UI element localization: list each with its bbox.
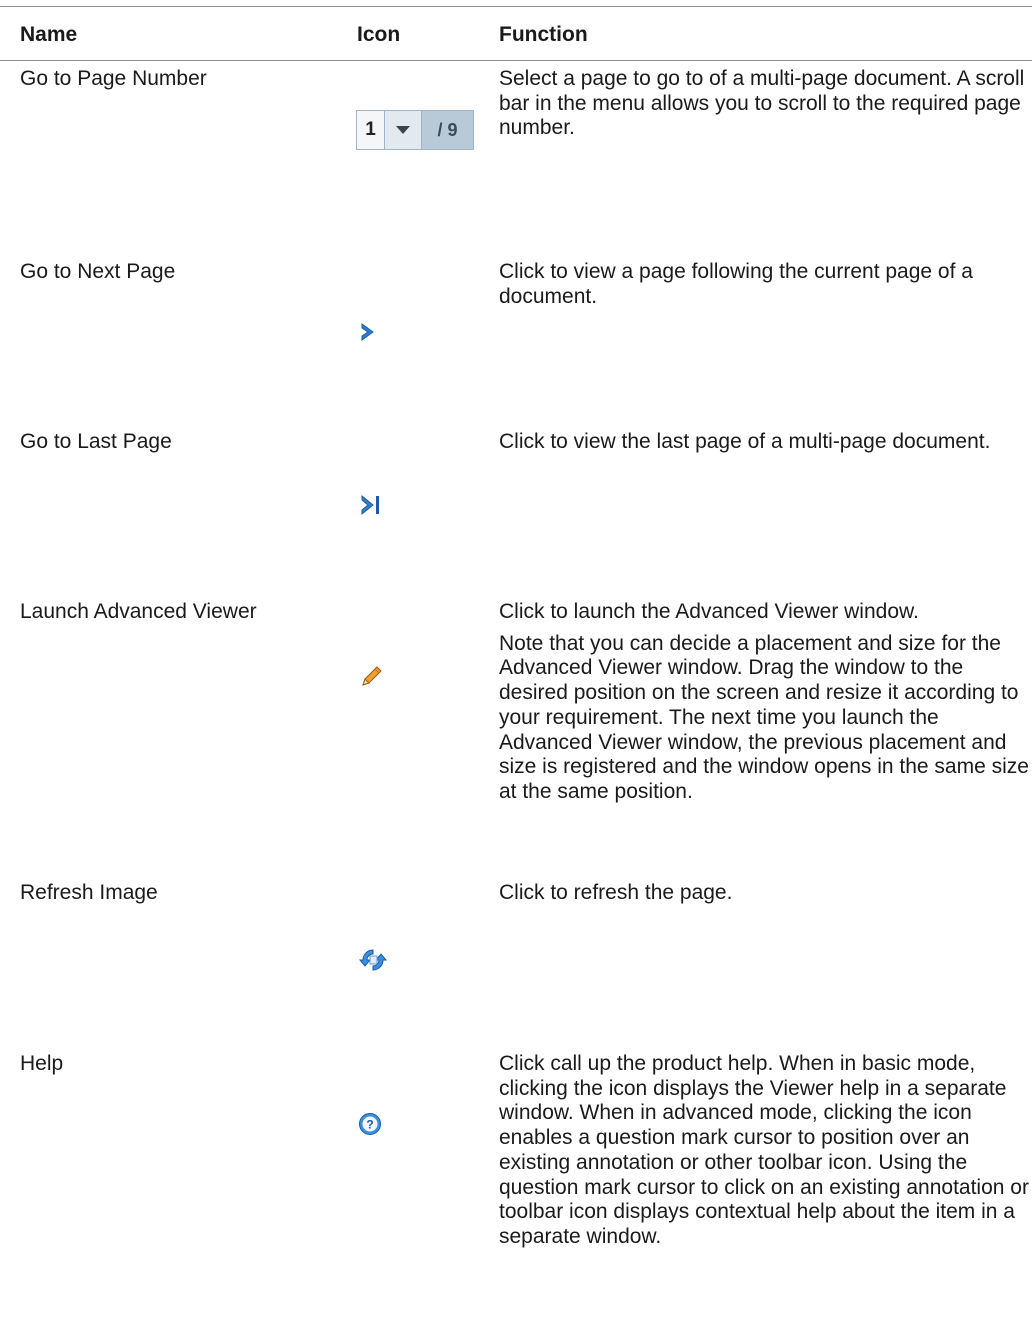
next-page-icon: [360, 322, 376, 348]
row-function: Click to view a page following the curre…: [499, 260, 1032, 309]
function-note: Note that you can decide a placement and…: [499, 631, 1029, 803]
refresh-icon: [358, 947, 388, 979]
chevron-down-icon: [385, 111, 422, 149]
page-number-current: 1: [357, 111, 385, 149]
row-function: Click to view the last page of a multi-p…: [499, 430, 1032, 455]
function-text: Click to view a page following the curre…: [499, 260, 973, 308]
page-number-selector: 1 / 9: [356, 110, 474, 150]
last-page-icon: [360, 494, 384, 522]
row-function: Click to refresh the page.: [499, 881, 1032, 906]
function-text: Click to view the last page of a multi-p…: [499, 430, 991, 453]
row-name: Go to Page Number: [20, 67, 207, 90]
toolbar-reference-table: Name Icon Function Go to Page Number 1 /…: [0, 0, 1032, 1327]
column-header-icon: Icon: [357, 23, 401, 46]
row-name: Go to Next Page: [20, 260, 176, 283]
page-number-total: / 9: [422, 111, 473, 149]
column-header-function: Function: [499, 23, 588, 46]
header-rule: [0, 60, 1032, 61]
function-text: Select a page to go to of a multi-page d…: [499, 67, 1025, 140]
row-name: Refresh Image: [20, 881, 158, 904]
function-text: Click call up the product help. When in …: [499, 1052, 1029, 1248]
help-icon: ?: [358, 1112, 382, 1142]
pencil-icon: [360, 664, 384, 694]
table-top-rule: [0, 6, 1032, 7]
function-text: Click to launch the Advanced Viewer wind…: [499, 600, 919, 623]
row-name: Help: [20, 1052, 64, 1075]
row-function: Click call up the product help. When in …: [499, 1052, 1032, 1250]
row-function: Click to launch the Advanced Viewer wind…: [499, 600, 1032, 805]
row-name: Launch Advanced Viewer: [20, 600, 257, 623]
column-header-name: Name: [20, 23, 78, 46]
function-text: Click to refresh the page.: [499, 881, 733, 904]
row-function: Select a page to go to of a multi-page d…: [499, 67, 1032, 141]
row-name: Go to Last Page: [20, 430, 172, 453]
svg-text:?: ?: [366, 1118, 373, 1132]
